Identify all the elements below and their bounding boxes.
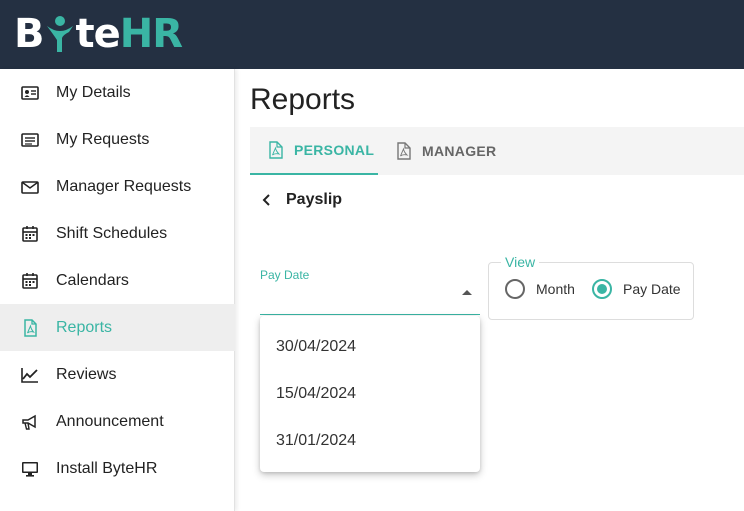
sidebar-item-calendars[interactable]: Calendars — [0, 257, 235, 304]
pay-date-option[interactable]: 31/01/2024 — [260, 417, 480, 464]
radio-label: Pay Date — [623, 281, 681, 297]
monitor-icon — [20, 459, 40, 479]
pay-date-select[interactable]: Pay Date — [260, 264, 480, 315]
calendar-icon — [20, 224, 40, 244]
pdf-file-icon — [396, 142, 412, 160]
bytehr-logo[interactable]: B te HR — [14, 10, 183, 58]
sidebar-item-label: Calendars — [56, 271, 129, 289]
sidebar-item-label: Reports — [56, 318, 113, 336]
sidebar-item-my-details[interactable]: My Details — [0, 69, 235, 116]
chevron-left-icon — [260, 193, 274, 207]
sidebar-item-label: My Details — [56, 83, 131, 101]
main-content: Reports PERSONAL MANAGER Payslip Pay Dat… — [236, 69, 744, 511]
pay-date-option[interactable]: 15/04/2024 — [260, 370, 480, 417]
radio-label: Month — [536, 281, 575, 297]
sidebar-item-label: Announcement — [56, 412, 164, 430]
sidebar-item-announcement[interactable]: Announcement — [0, 398, 235, 445]
sidebar-item-label: My Requests — [56, 130, 150, 148]
app-header: B te HR — [0, 0, 744, 69]
view-radio-group: View Month Pay Date — [488, 254, 694, 320]
sidebar-item-label: Shift Schedules — [56, 224, 168, 242]
radio-month[interactable]: Month — [505, 279, 575, 299]
pdf-file-icon — [268, 141, 284, 159]
tab-manager[interactable]: MANAGER — [396, 127, 516, 175]
envelope-icon — [20, 177, 40, 197]
sidebar-item-reports[interactable]: Reports — [0, 304, 235, 351]
pdf-file-icon — [20, 318, 40, 338]
radio-circle[interactable] — [592, 279, 612, 299]
caret-up-icon — [462, 290, 472, 295]
pay-date-label: Pay Date — [260, 268, 310, 282]
sidebar-nav: My Details My Requests Manager Requests … — [0, 69, 235, 511]
radio-circle[interactable] — [505, 279, 525, 299]
sidebar-item-install-bytehr[interactable]: Install ByteHR — [0, 445, 235, 492]
list-icon — [20, 130, 40, 150]
sidebar-item-reviews[interactable]: Reviews — [0, 351, 235, 398]
id-card-icon — [20, 83, 40, 103]
pay-date-option[interactable]: 30/04/2024 — [260, 323, 480, 370]
sidebar-item-label: Reviews — [56, 365, 117, 383]
sidebar-item-manager-requests[interactable]: Manager Requests — [0, 163, 235, 210]
sidebar-item-label: Install ByteHR — [56, 459, 158, 477]
view-legend: View — [501, 254, 540, 270]
page-title: Reports — [250, 83, 356, 116]
tab-label: MANAGER — [422, 143, 497, 159]
sidebar-item-my-requests[interactable]: My Requests — [0, 116, 235, 163]
trend-chart-icon — [20, 365, 40, 385]
calendar-icon — [20, 271, 40, 291]
tab-personal[interactable]: PERSONAL — [250, 127, 378, 175]
tab-label: PERSONAL — [294, 142, 375, 158]
section-title: Payslip — [286, 191, 343, 208]
sidebar-item-label: Manager Requests — [56, 177, 192, 195]
sidebar-item-shift-schedules[interactable]: Shift Schedules — [0, 210, 235, 257]
radio-pay-date[interactable]: Pay Date — [592, 279, 681, 299]
logo-person-icon — [45, 14, 75, 54]
megaphone-icon — [20, 412, 40, 432]
report-tabs: PERSONAL MANAGER — [250, 127, 744, 175]
pay-date-dropdown-menu: 30/04/2024 15/04/2024 31/01/2024 — [260, 316, 480, 472]
back-to-payslip-button[interactable]: Payslip — [260, 191, 342, 209]
